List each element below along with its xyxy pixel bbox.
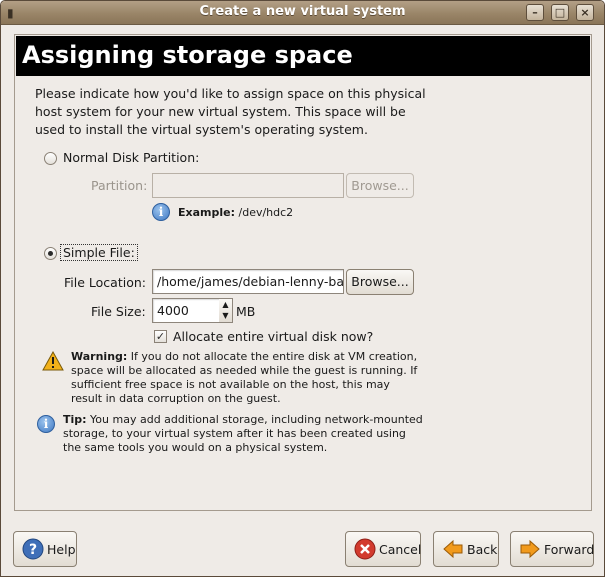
help-button[interactable]: ? Help xyxy=(13,531,77,567)
intro-text: Please indicate how you'd like to assign… xyxy=(35,86,426,137)
cancel-icon xyxy=(354,538,376,560)
file-size-input[interactable]: 4000 xyxy=(152,298,220,323)
tip-body: You may add additional storage, includin… xyxy=(63,413,423,454)
partition-input[interactable] xyxy=(152,173,344,198)
file-location-input[interactable]: /home/james/debian-lenny-base xyxy=(152,269,344,294)
page-content: Assigning storage space Please indicate … xyxy=(14,34,592,511)
file-location-label: File Location: xyxy=(64,275,146,290)
cancel-button[interactable]: Cancel xyxy=(345,531,421,567)
simple-file-radio[interactable] xyxy=(44,247,57,260)
title-bar[interactable]: ▮ Create a new virtual system – □ × xyxy=(1,1,604,25)
cancel-label: Cancel xyxy=(379,541,422,557)
help-icon: ? xyxy=(22,538,44,560)
file-size-unit: MB xyxy=(236,304,256,319)
minimize-icon[interactable]: – xyxy=(526,4,544,21)
allocate-checkbox[interactable]: ✓ xyxy=(154,330,167,343)
partition-browse-button[interactable]: Browse... xyxy=(346,173,414,198)
maximize-icon[interactable]: □ xyxy=(551,4,569,21)
normal-disk-label[interactable]: Normal Disk Partition: xyxy=(63,150,199,165)
dialog-window: ▮ Create a new virtual system – □ × Assi… xyxy=(0,0,605,577)
warning-icon xyxy=(42,351,64,371)
allocate-label[interactable]: Allocate entire virtual disk now? xyxy=(173,329,373,344)
normal-disk-radio[interactable] xyxy=(44,152,57,165)
example-text: Example: /dev/hdc2 xyxy=(178,206,293,220)
warning-text: Warning: If you do not allocate the enti… xyxy=(71,350,421,406)
tip-heading: Tip: xyxy=(63,413,87,426)
page-title: Assigning storage space xyxy=(16,36,590,76)
file-size-stepper[interactable]: ▲ ▼ xyxy=(219,298,233,323)
back-label: Back xyxy=(467,541,498,557)
file-location-browse-button[interactable]: Browse... xyxy=(346,269,414,295)
tip-text: Tip: You may add additional storage, inc… xyxy=(63,413,423,455)
file-size-label: File Size: xyxy=(91,304,146,319)
forward-label: Forward xyxy=(544,541,595,557)
simple-file-label[interactable]: Simple File: xyxy=(60,244,138,261)
warning-heading: Warning: xyxy=(71,350,128,363)
back-arrow-icon xyxy=(442,538,464,560)
example-label: Example: xyxy=(178,206,235,219)
tip-info-icon: i xyxy=(37,415,55,433)
info-icon: i xyxy=(152,203,170,221)
svg-text:?: ? xyxy=(29,542,37,558)
help-label: Help xyxy=(47,541,76,557)
forward-button[interactable]: Forward xyxy=(510,531,594,567)
partition-label: Partition: xyxy=(91,178,148,193)
close-icon[interactable]: × xyxy=(576,4,594,21)
back-button[interactable]: Back xyxy=(433,531,499,567)
example-value: /dev/hdc2 xyxy=(238,206,294,219)
forward-arrow-icon xyxy=(519,538,541,560)
window-title: Create a new virtual system xyxy=(199,4,406,19)
